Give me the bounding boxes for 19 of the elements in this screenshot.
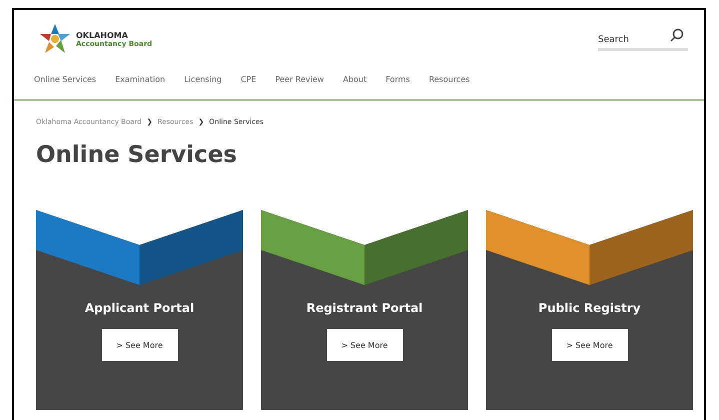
logo-icon [38, 22, 72, 56]
card-title: Applicant Portal [84, 301, 194, 315]
card-title: Public Registry [538, 301, 641, 315]
nav-link[interactable]: Peer Review [275, 75, 324, 84]
search-field[interactable]: Search [598, 35, 688, 51]
logo-title: OKLAHOMA [76, 30, 129, 40]
see-more-button[interactable]: > See More [326, 329, 402, 361]
see-more-button[interactable]: > See More [552, 329, 628, 361]
nav-link[interactable]: Licensing [184, 75, 222, 84]
search-icon [670, 28, 684, 42]
page-title: Online Services [36, 142, 238, 168]
nav-link[interactable]: Examination [115, 75, 166, 84]
nav-link[interactable]: About [342, 75, 367, 84]
nav-link[interactable]: Online Services [34, 75, 96, 84]
nav-link[interactable]: Resources [428, 75, 470, 84]
nav-link[interactable]: CPE [240, 75, 256, 84]
see-more-button[interactable]: > See More [102, 329, 178, 361]
card-title: Registrant Portal [306, 301, 423, 315]
nav-link[interactable]: Forms [386, 75, 410, 84]
